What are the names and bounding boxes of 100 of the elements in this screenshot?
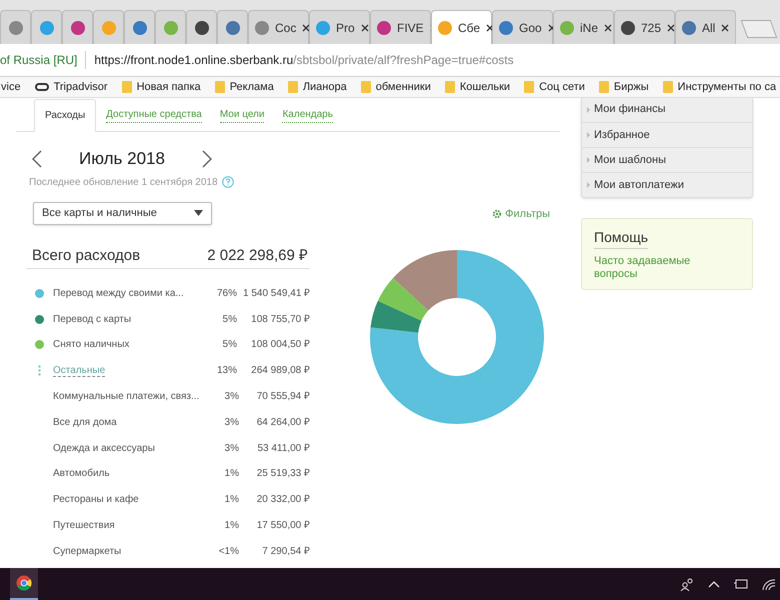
battery-icon[interactable] <box>734 579 748 589</box>
site-icon <box>560 20 574 34</box>
bookmark[interactable]: Новая папка <box>136 78 201 96</box>
browser-tab[interactable] <box>62 10 93 44</box>
share-percent: 1% <box>224 519 239 534</box>
previous-month-icon[interactable] <box>32 150 42 168</box>
bookmark[interactable]: Биржы <box>614 78 649 96</box>
close-icon[interactable] <box>604 24 612 32</box>
people-icon[interactable] <box>680 577 694 591</box>
vertical-dots-icon[interactable] <box>38 365 41 376</box>
browser-tab[interactable] <box>217 10 248 44</box>
tab-title: 725 <box>641 20 662 36</box>
chrome-taskbar-button[interactable] <box>10 568 38 600</box>
browser-tab[interactable]: 725 <box>614 10 675 44</box>
page-tab[interactable]: Расходы <box>34 99 96 132</box>
bookmark[interactable]: Инструменты по са <box>678 78 776 96</box>
site-icon <box>255 20 269 34</box>
dropdown-caret-icon <box>194 210 203 216</box>
card-select[interactable]: Все карты и наличные <box>33 202 212 224</box>
next-month-icon[interactable] <box>202 150 212 168</box>
bullet-icon <box>587 157 590 163</box>
site-icon <box>682 20 696 34</box>
browser-tab[interactable]: Pro <box>309 10 370 44</box>
category-name: Все для дома <box>53 416 118 430</box>
category-name: Путешествия <box>53 519 116 534</box>
close-icon[interactable] <box>721 24 730 32</box>
bookmark[interactable]: vice <box>1 78 21 96</box>
sidebar-menu-item[interactable]: Мои автоплатежи <box>582 172 752 197</box>
folder-icon <box>360 81 371 93</box>
close-icon[interactable] <box>486 24 494 32</box>
browser-tab[interactable] <box>186 10 217 44</box>
amount: 53 411,00 ₽ <box>256 442 310 456</box>
site-icon <box>621 20 635 34</box>
site-icon <box>164 20 178 34</box>
sidebar-menu-item[interactable]: Мои финансы <box>582 98 752 122</box>
url-field[interactable]: https://front.node1.online.sberbank.ru/sbtsbol/private/alf?freshPage=true#costs <box>86 51 514 69</box>
site-icon <box>499 20 513 34</box>
page-tab[interactable]: Мои цели <box>212 98 272 131</box>
bookmark[interactable]: обменники <box>376 78 431 96</box>
folder-icon <box>122 81 132 93</box>
bullet-icon <box>587 132 590 138</box>
close-icon[interactable] <box>360 24 369 32</box>
folder-icon <box>598 81 609 93</box>
amount: 108 004,50 ₽ <box>250 338 310 352</box>
site-icon <box>8 20 22 34</box>
sidebar-menu-item[interactable]: Мои шаблоны <box>582 147 752 172</box>
amount: 64 264,00 ₽ <box>256 416 310 430</box>
site-icon <box>438 20 452 34</box>
browser-tab[interactable] <box>124 10 155 44</box>
category-name: Перевод с карты <box>53 312 132 327</box>
page-tab[interactable]: Доступные средства <box>98 98 210 131</box>
category-name: Перевод между своими ка... <box>53 286 181 301</box>
tab-title: Goo <box>519 20 542 36</box>
site-icon <box>102 20 116 34</box>
wifi-icon[interactable] <box>762 578 776 590</box>
share-percent: 5% <box>222 338 237 352</box>
bookmark[interactable]: Tripadvisor <box>54 78 108 96</box>
close-icon[interactable] <box>667 24 676 32</box>
share-percent: 3% <box>224 416 239 430</box>
share-percent: 3% <box>224 390 239 404</box>
browser-icon <box>16 575 32 591</box>
sidebar-menu-item[interactable]: Избранное <box>582 122 752 147</box>
page-tab[interactable]: Календарь <box>274 98 341 131</box>
browser-tab[interactable]: Сбе <box>431 10 492 44</box>
chevron-up-icon[interactable] <box>708 580 720 588</box>
tab-title: Pro <box>336 20 355 36</box>
browser-tab[interactable]: Coc <box>248 10 309 44</box>
total-amount: 2 022 298,69 ₽ <box>207 246 308 266</box>
amount: 70 555,94 ₽ <box>256 390 310 404</box>
amount: 108 755,70 ₽ <box>250 312 310 327</box>
close-icon[interactable] <box>302 24 310 32</box>
bullet-icon <box>587 106 590 112</box>
category-name: Супермаркеты <box>53 544 122 559</box>
bookmark[interactable]: Соц сети <box>539 78 585 96</box>
site-icon <box>40 20 54 34</box>
folder-icon <box>524 81 534 93</box>
category-name: Снято наличных <box>53 338 130 352</box>
site-icon <box>194 20 208 34</box>
browser-tab[interactable]: FIVE <box>370 10 431 44</box>
share-percent: 1% <box>224 467 239 482</box>
browser-tab[interactable]: Goo <box>492 10 553 44</box>
gear-icon <box>492 209 502 219</box>
browser-tab[interactable]: iNe <box>553 10 614 44</box>
bookmark[interactable]: Лианора <box>302 78 347 96</box>
bookmark[interactable]: Реклама <box>230 78 274 96</box>
amount: 7 290,54 ₽ <box>261 544 310 559</box>
site-icon <box>316 20 330 34</box>
site-identity[interactable]: of Russia [RU] <box>0 51 86 69</box>
share-percent: 13% <box>216 364 237 378</box>
share-percent: 1% <box>224 493 239 508</box>
last-update-text: Последнее обновление 1 сентября 2018 <box>29 176 218 190</box>
amount: 25 519,33 ₽ <box>256 467 310 482</box>
browser-tab[interactable]: All <box>675 10 736 44</box>
tab-title: Coc <box>275 20 296 36</box>
folder-icon <box>662 81 673 93</box>
folder-icon <box>288 81 298 93</box>
close-icon[interactable] <box>548 24 556 32</box>
share-percent: 5% <box>222 312 237 327</box>
bookmark[interactable]: Кошельки <box>460 78 510 96</box>
tab-title: All <box>702 20 716 36</box>
